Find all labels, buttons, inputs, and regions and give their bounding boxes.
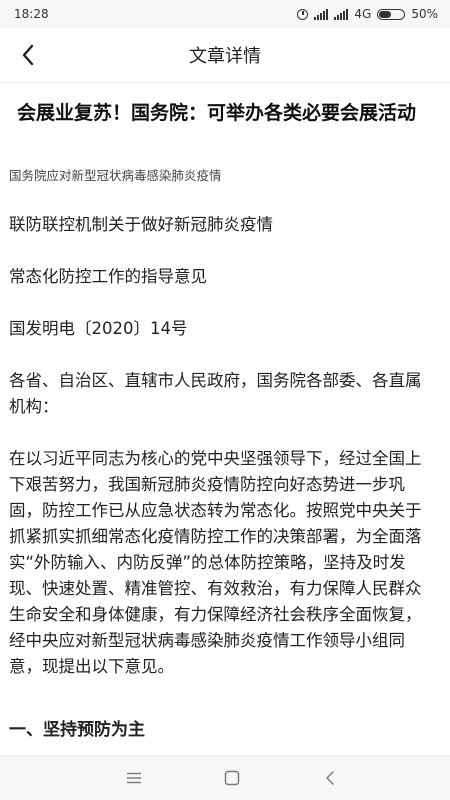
- signal-icon: [314, 8, 329, 20]
- article-title: 会展业复苏！国务院：可举办各类必要会展活动: [17, 102, 417, 124]
- article-paragraph: 在以习近平同志为核心的党中央坚强领导下，经过全国上下艰苦努力，我国新冠肺炎疫情防…: [9, 449, 422, 676]
- back-arrow-icon: [22, 44, 34, 66]
- signal-icon-secondary: [334, 8, 349, 20]
- network-type: 4G: [354, 7, 372, 21]
- article-paragraph: 各省、自治区、直辖市人民政府，国务院各部委、各直属机构：: [9, 371, 422, 416]
- menu-icon: [127, 772, 141, 784]
- article-paragraph: 联防联控机制关于做好新冠肺炎疫情: [9, 215, 273, 234]
- system-nav-bar: [0, 755, 450, 800]
- nav-back-icon: [326, 771, 334, 785]
- article-paragraph: 国发明电〔2020〕14号: [9, 319, 188, 338]
- status-time: 18:28: [14, 7, 49, 21]
- nav-back-button[interactable]: [318, 766, 342, 790]
- battery-percent: 50%: [411, 7, 438, 21]
- battery-icon: [377, 8, 406, 20]
- page-title: 文章详情: [189, 46, 261, 67]
- home-icon: [224, 770, 240, 786]
- back-button[interactable]: [8, 35, 48, 75]
- article-source: 国务院应对新型冠状病毒感染肺炎疫情: [9, 168, 222, 183]
- top-app-bar: 文章详情: [0, 28, 450, 83]
- alarm-icon: [297, 8, 309, 20]
- menu-button[interactable]: [122, 766, 146, 790]
- article-paragraph: 常态化防控工作的指导意见: [9, 267, 207, 286]
- home-button[interactable]: [220, 766, 244, 790]
- article-content[interactable]: 会展业复苏！国务院：可举办各类必要会展活动 国务院应对新型冠状病毒感染肺炎疫情 …: [0, 83, 450, 755]
- section-heading: 一、坚持预防为主: [9, 720, 145, 740]
- battery-level: [379, 10, 392, 18]
- article-detail-screen: 18:28 4G 50% 文章详情 会展业复苏！国务院：可举办各类必要会展活动: [0, 0, 450, 800]
- status-icons: 4G 50%: [297, 7, 438, 21]
- status-bar: 18:28 4G 50%: [0, 0, 450, 28]
